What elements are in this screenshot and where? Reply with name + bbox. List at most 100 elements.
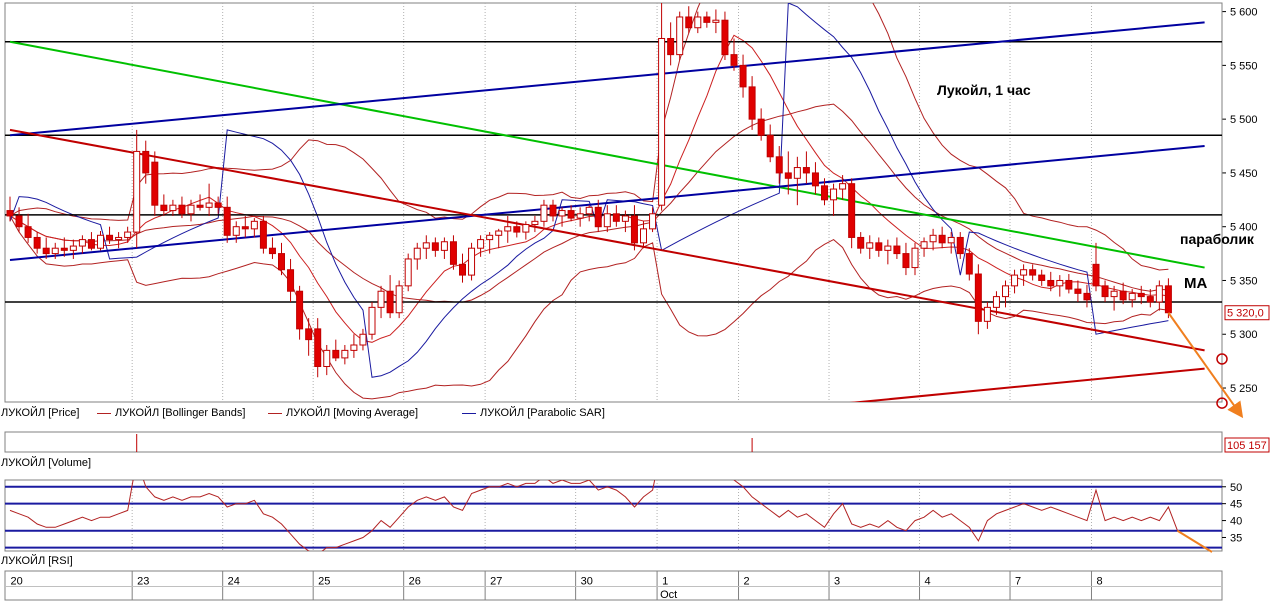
candle-body: [640, 228, 647, 244]
rsi-tick-label: 35: [1230, 532, 1242, 544]
candle-body: [875, 242, 883, 251]
candle-body: [97, 234, 104, 249]
candle-body: [1047, 279, 1055, 287]
month-label: Oct: [660, 589, 677, 601]
candle-body: [51, 247, 59, 255]
price-tick-label: 5 350: [1230, 275, 1258, 287]
candle-body: [359, 333, 367, 346]
candle-body: [296, 290, 304, 330]
candle-body: [60, 247, 68, 251]
candle-body: [287, 269, 295, 292]
x-tick-label: 3: [834, 576, 840, 588]
candle-body: [549, 204, 557, 217]
candle-body: [24, 226, 32, 238]
x-tick-label: 7: [1015, 576, 1021, 588]
candle-body: [974, 273, 982, 322]
candle-body: [187, 204, 195, 215]
candle-body: [332, 349, 340, 359]
x-tick-label: 26: [409, 576, 421, 588]
candle-body: [621, 215, 629, 222]
chart-title: Лукойл, 1 час: [937, 82, 1031, 98]
candle-body: [603, 213, 611, 228]
candle-body: [6, 210, 14, 217]
candle-body: [938, 234, 946, 244]
price-plot-area: [5, 3, 1222, 402]
forecast-arrow: [1167, 312, 1244, 419]
volume-pane-label: ЛУКОЙЛ [Volume]: [1, 457, 92, 469]
candle-body: [667, 37, 675, 56]
x-tick-label: 25: [318, 576, 330, 588]
candle-body: [703, 16, 711, 23]
candle-body: [241, 226, 249, 230]
candle-body: [965, 253, 973, 275]
candle-body: [1083, 292, 1091, 301]
chart-canvas: 20 23 24 25 26 27 30 1 2 3 4 7 8Oct5 6005 5505 5005 …: [4, 2, 1270, 601]
candle-body: [422, 242, 430, 249]
candle-body: [386, 290, 394, 314]
candle-body: [585, 206, 593, 215]
candle-body: [314, 328, 322, 368]
candle-body: [1065, 279, 1073, 290]
candle-body: [902, 253, 910, 269]
candle-body: [124, 231, 132, 238]
annotation-ma: MA: [1184, 275, 1208, 292]
rsi-tick-label: 50: [1230, 482, 1242, 494]
candle-body: [169, 204, 177, 212]
candle-body: [784, 172, 792, 179]
candle-body: [739, 64, 747, 88]
volume-value: 105 157: [1227, 440, 1267, 452]
candle-body: [1146, 296, 1154, 303]
candle-body: [884, 245, 892, 251]
candle-body: [1092, 263, 1100, 287]
candle-body: [196, 204, 204, 208]
candle-body: [558, 210, 566, 217]
candle-body: [612, 213, 620, 222]
chart-stage: 20 23 24 25 26 27 30 1 2 3 4 7 8 Oct 5 600 5 550 5 500 5 …: [0, 0, 1271, 604]
x-tick-label: 8: [1096, 576, 1102, 588]
trendline: [9, 40, 1205, 269]
candle-body: [1128, 292, 1136, 301]
candle-body: [468, 247, 476, 276]
candle-body: [1155, 285, 1163, 303]
candle-body: [531, 220, 539, 226]
rsi-pane-frame: [4, 479, 1223, 552]
x-tick-label: 1: [662, 576, 668, 588]
candle-body: [848, 183, 856, 238]
trendline: [9, 21, 1205, 137]
candle-body: [866, 242, 874, 249]
candle-body: [160, 204, 168, 212]
price-legend: ЛУКОЙЛ [Price] ЛУКОЙЛ [Bollinger Bands] …: [0, 406, 1222, 422]
candle-body: [1074, 288, 1082, 294]
rsi-line: [9, 480, 1178, 551]
candle-body: [178, 204, 186, 215]
price-tick-label: 5 500: [1230, 114, 1258, 126]
candle-body: [404, 258, 412, 287]
candle-body: [757, 118, 765, 136]
candle-body: [685, 16, 693, 29]
candle-body: [232, 226, 240, 236]
candle-body: [748, 86, 756, 120]
candle-body: [920, 241, 928, 249]
candle-body: [350, 344, 358, 351]
candle-body: [540, 204, 548, 222]
price-tick-label: 5 250: [1230, 383, 1258, 395]
x-tick-label: 23: [137, 576, 149, 588]
candle-body: [15, 215, 23, 228]
parabolic-sar-line: [9, 3, 1169, 378]
price-tick-label: 5 300: [1230, 329, 1258, 341]
legend-moving-average: ЛУКОЙЛ [Moving Average]: [268, 407, 418, 419]
x-tick-label: 27: [490, 576, 502, 588]
candle-body: [87, 239, 95, 249]
candle-body: [839, 183, 847, 190]
candle-body: [513, 226, 521, 233]
candle-body: [1020, 269, 1028, 276]
candle-body: [1119, 290, 1127, 301]
rsi-pane-label: ЛУКОЙЛ [RSI]: [1, 555, 73, 567]
candle-body: [956, 236, 964, 255]
price-tick-label: 5 450: [1230, 168, 1258, 180]
candle-body: [1038, 274, 1046, 281]
candle-body: [911, 247, 919, 269]
candle-body: [69, 245, 77, 251]
candle-body: [115, 236, 123, 241]
candle-body: [278, 253, 285, 271]
